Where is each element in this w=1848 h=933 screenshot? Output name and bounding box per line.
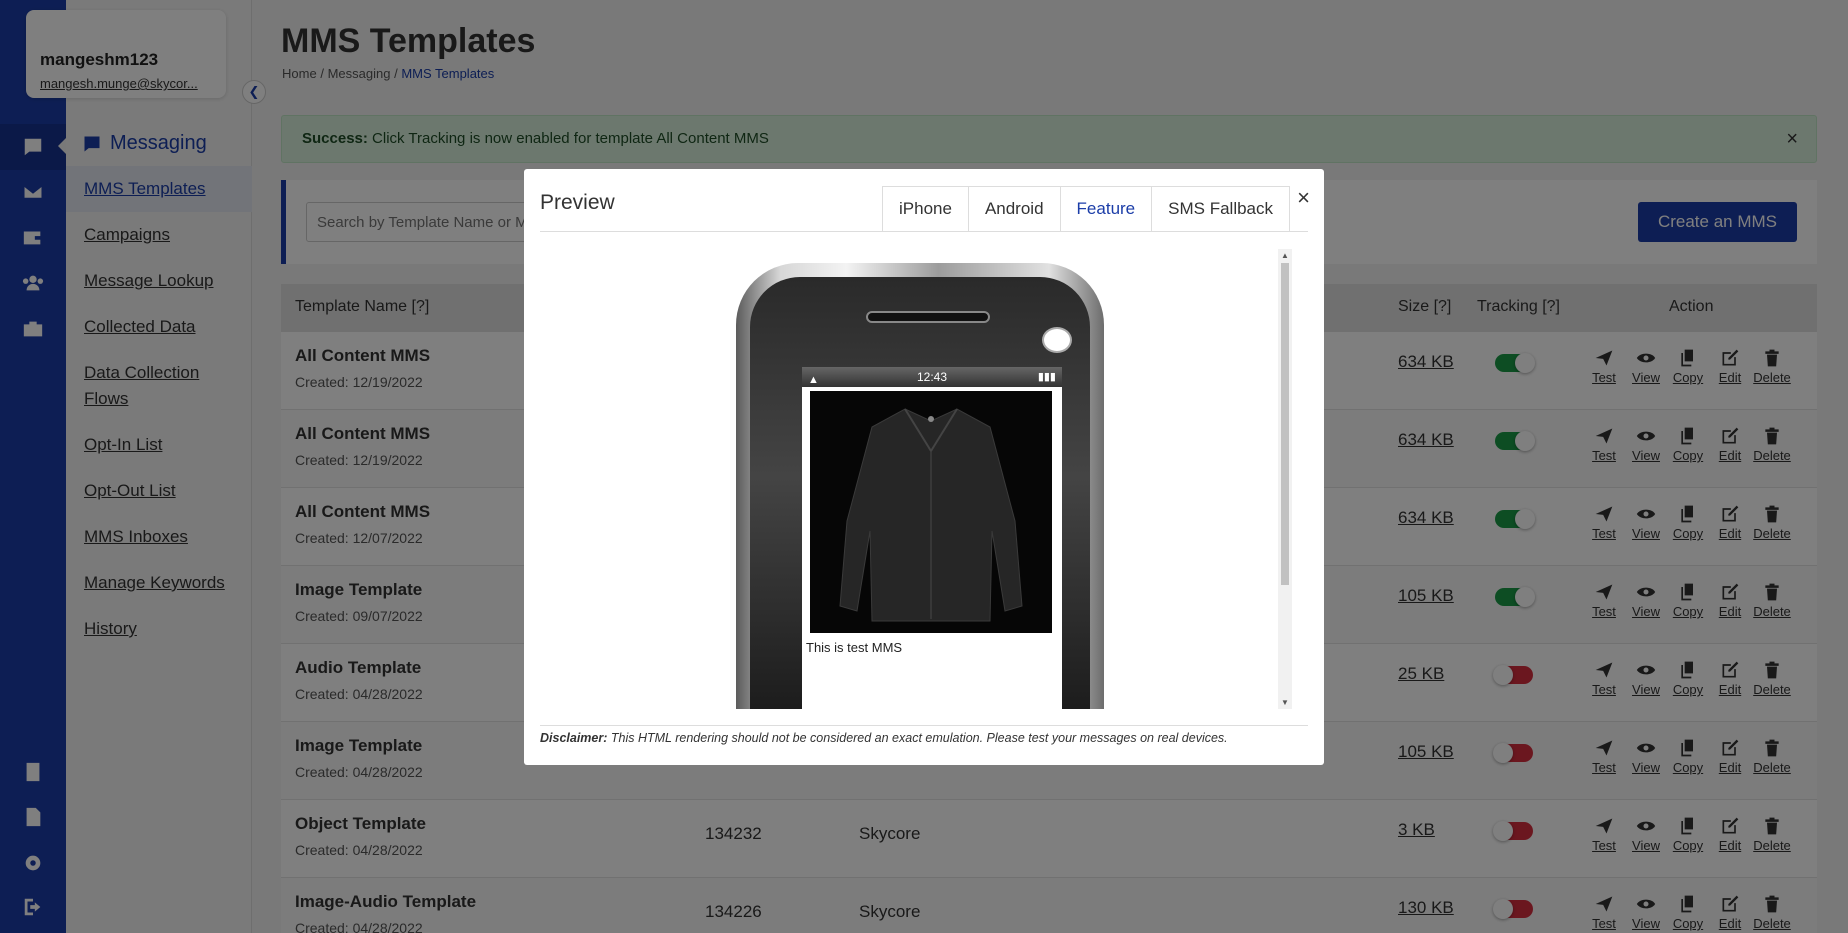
message-image bbox=[810, 391, 1052, 633]
modal-close-button[interactable]: × bbox=[1297, 185, 1310, 211]
tab-android[interactable]: Android bbox=[967, 186, 1061, 232]
divider bbox=[540, 725, 1308, 726]
battery-icon: ▮▮▮ bbox=[1037, 371, 1056, 383]
tab-feature[interactable]: Feature bbox=[1059, 186, 1153, 232]
message-text: This is test MMS bbox=[806, 640, 903, 655]
tab-iphone[interactable]: iPhone bbox=[882, 186, 969, 232]
disclaimer-text: This HTML rendering should not be consid… bbox=[607, 731, 1228, 745]
modal-title: Preview bbox=[540, 191, 615, 214]
scroll-thumb[interactable] bbox=[1281, 263, 1289, 585]
phone-speaker bbox=[866, 311, 990, 323]
speech-bubble-icon bbox=[1042, 327, 1072, 353]
scroll-up-icon[interactable]: ▲ bbox=[1281, 251, 1289, 260]
phone-bezel: ▲ 12:43 ▮▮▮ This is test MMS bbox=[750, 277, 1090, 709]
tab-sms-fallback[interactable]: SMS Fallback bbox=[1151, 186, 1291, 232]
preview-area: ▲ 12:43 ▮▮▮ This is test MMS ▲ ▼ bbox=[540, 249, 1292, 709]
preview-scrollbar[interactable]: ▲ ▼ bbox=[1278, 249, 1292, 709]
shirt-image bbox=[810, 391, 1052, 633]
message-area: This is test MMS bbox=[802, 387, 1062, 709]
scroll-down-icon[interactable]: ▼ bbox=[1281, 698, 1289, 707]
phone-screen: ▲ 12:43 ▮▮▮ This is test MMS bbox=[802, 367, 1062, 709]
disclaimer-label: Disclaimer: bbox=[540, 731, 608, 745]
preview-modal: Preview iPhone Android Feature SMS Fallb… bbox=[524, 169, 1324, 765]
phone-status-bar: ▲ 12:43 ▮▮▮ bbox=[802, 367, 1062, 387]
feature-phone-frame: ▲ 12:43 ▮▮▮ This is test MMS bbox=[736, 263, 1104, 709]
preview-tabs: iPhone Android Feature SMS Fallback bbox=[882, 186, 1291, 232]
phone-time: 12:43 bbox=[916, 370, 948, 384]
divider bbox=[540, 231, 1308, 232]
disclaimer: Disclaimer: This HTML rendering should n… bbox=[540, 731, 1228, 745]
